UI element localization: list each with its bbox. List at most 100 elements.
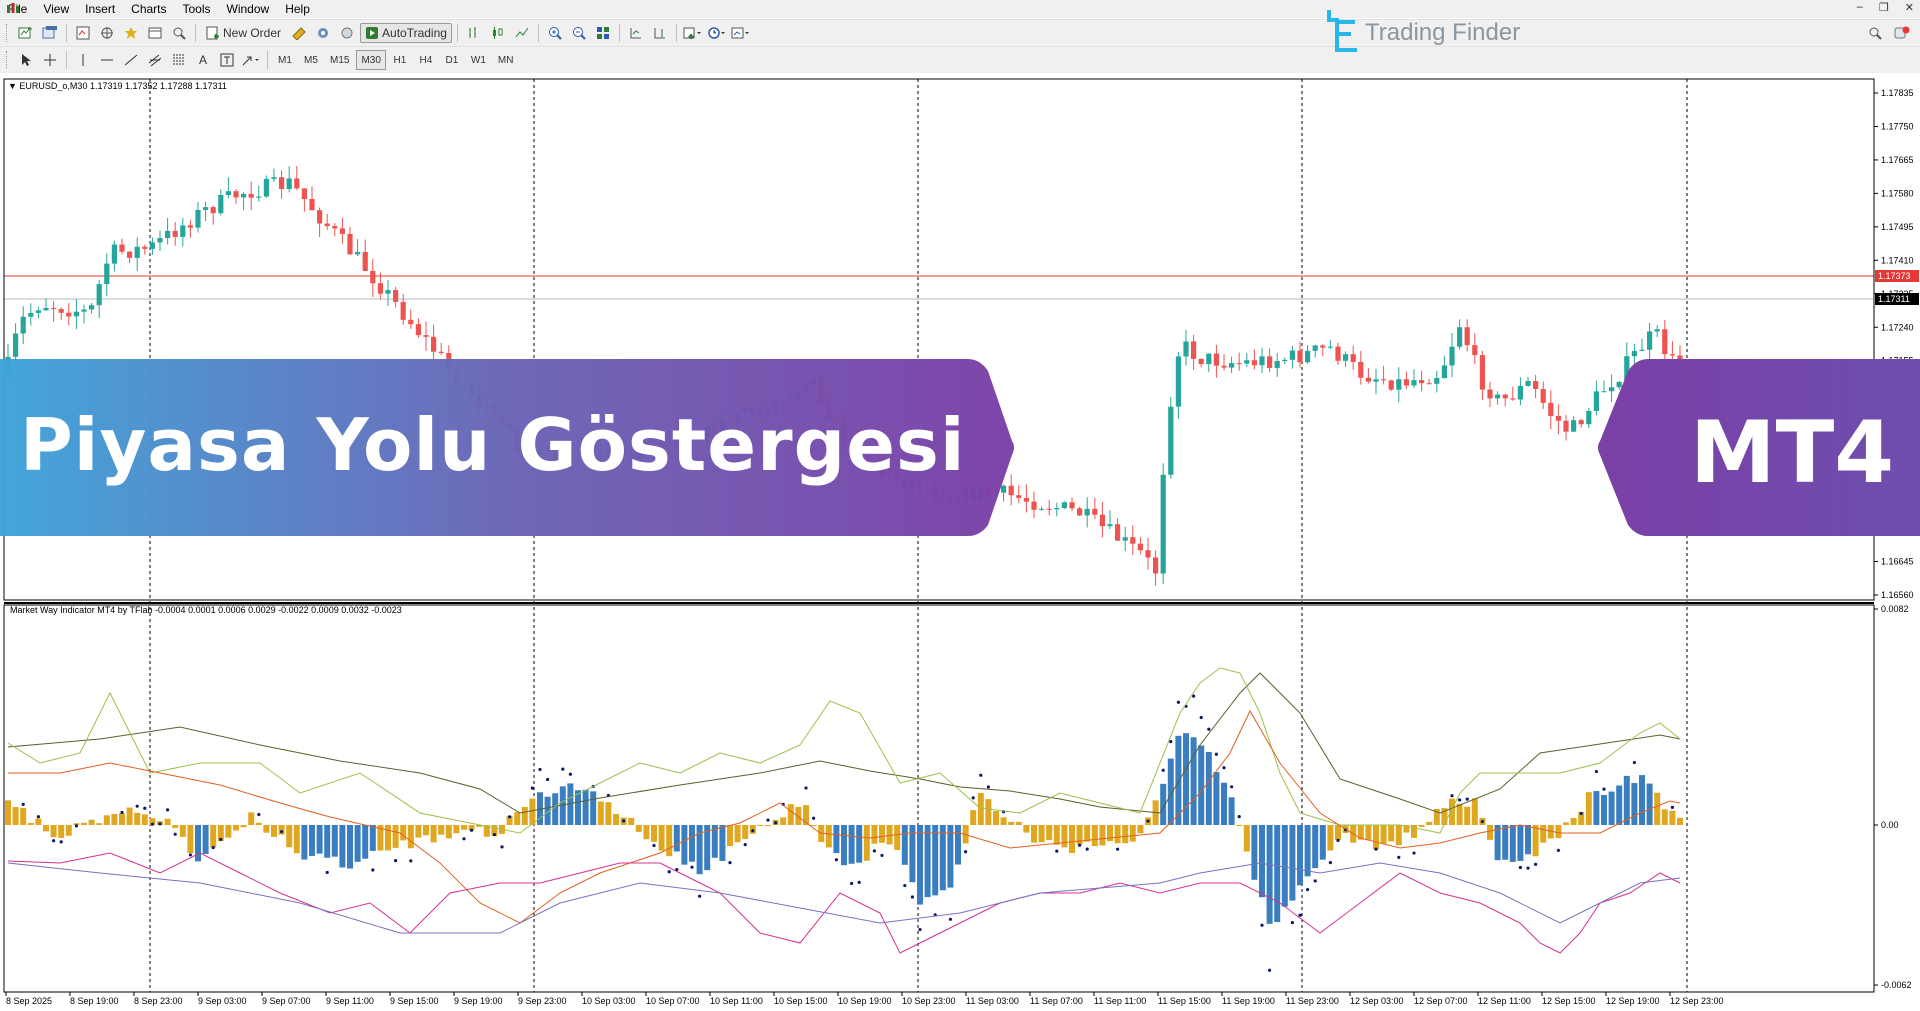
horizontal-line-icon[interactable]: [96, 50, 118, 70]
fibonacci-icon[interactable]: [168, 50, 190, 70]
channel-icon[interactable]: [144, 50, 166, 70]
candle-body: [1122, 537, 1128, 541]
menu-window[interactable]: Window: [219, 0, 278, 18]
crosshair-icon[interactable]: [39, 50, 61, 70]
candle-body: [1289, 350, 1295, 360]
candle-body: [1046, 508, 1052, 510]
histogram-bar: [727, 825, 733, 847]
tf-w1[interactable]: W1: [466, 50, 491, 70]
indicator-axis-label: -0.0062: [1881, 980, 1912, 990]
tf-h1[interactable]: H1: [388, 50, 412, 70]
data-window-icon[interactable]: [96, 23, 118, 43]
candle-body: [1411, 380, 1417, 386]
signal-dot: [850, 881, 854, 886]
profiles-icon[interactable]: [39, 23, 61, 43]
candle-body: [1061, 502, 1067, 509]
candle-body: [355, 252, 361, 255]
navigator-icon[interactable]: [120, 23, 142, 43]
app-icon[interactable]: [6, 2, 20, 16]
candle-body: [1654, 329, 1660, 332]
auto-trading-button[interactable]: AutoTrading: [360, 23, 452, 43]
new-order-button[interactable]: New Order: [201, 23, 286, 43]
histogram-bar: [1509, 825, 1516, 862]
bar-chart-icon[interactable]: [463, 23, 485, 43]
tester-icon[interactable]: [168, 23, 190, 43]
cursor-icon[interactable]: [15, 50, 37, 70]
candlestick-icon[interactable]: [487, 23, 509, 43]
tile-windows-icon[interactable]: [592, 23, 614, 43]
candle-body: [35, 310, 41, 313]
histogram-bar: [1084, 825, 1091, 842]
time-axis-label: 9 Sep 23:00: [518, 996, 567, 1006]
menu-help[interactable]: Help: [277, 0, 318, 18]
signal-dot: [1169, 740, 1173, 744]
histogram-bar: [445, 825, 452, 839]
metaeditor-icon[interactable]: [288, 23, 310, 43]
tf-m5[interactable]: M5: [299, 50, 323, 70]
signal-dot: [1116, 847, 1120, 851]
minimize-icon[interactable]: –: [1857, 1, 1863, 14]
trendline-icon[interactable]: [120, 50, 142, 70]
candle-body: [370, 270, 376, 284]
histogram-bar: [1373, 825, 1379, 850]
chart-window[interactable]: 1.17835 1.17750 1.17665 1.17580 1.17495 1.174…: [0, 73, 1920, 1011]
periods-icon[interactable]: [706, 23, 728, 43]
candle-body: [1365, 377, 1371, 382]
text-label-icon[interactable]: [216, 50, 238, 70]
histogram-bar: [20, 807, 27, 825]
candle-body: [51, 307, 57, 310]
menu-view[interactable]: View: [35, 0, 77, 18]
tf-mn[interactable]: MN: [493, 50, 519, 70]
candle-body: [385, 290, 391, 294]
text-icon[interactable]: A: [192, 50, 214, 70]
experts-icon[interactable]: [336, 23, 358, 43]
tf-h4[interactable]: H4: [414, 50, 438, 70]
signal-dot: [21, 802, 25, 806]
candle-body: [1213, 353, 1219, 366]
close-icon[interactable]: ✕: [1905, 1, 1914, 14]
tf-m30[interactable]: M30: [356, 50, 386, 70]
tf-m15[interactable]: M15: [325, 50, 354, 70]
chart-canvas[interactable]: 1.17835 1.17750 1.17665 1.17580 1.17495 1.174…: [0, 73, 1920, 1011]
histogram-bar: [757, 825, 764, 826]
menu-insert[interactable]: Insert: [77, 0, 123, 18]
candle-body: [134, 246, 140, 258]
indicators-icon[interactable]: [682, 23, 704, 43]
signals-icon[interactable]: [312, 23, 334, 43]
arrows-icon[interactable]: [240, 50, 262, 70]
vertical-line-icon[interactable]: [72, 50, 94, 70]
market-watch-icon[interactable]: [72, 23, 94, 43]
histogram-bar: [126, 807, 133, 825]
tf-m1[interactable]: M1: [273, 50, 297, 70]
chart-shift-icon[interactable]: [625, 23, 647, 43]
histogram-bar: [369, 825, 376, 851]
signal-dot: [1199, 715, 1203, 720]
bid-price-label: 1.17373: [1878, 271, 1911, 281]
notifications-icon[interactable]: [1894, 26, 1910, 43]
autoscroll-icon[interactable]: [649, 23, 671, 43]
zoom-out-icon[interactable]: [568, 23, 590, 43]
candle-body: [1221, 365, 1227, 368]
restore-icon[interactable]: ❐: [1879, 1, 1889, 14]
histogram-bar: [1639, 775, 1645, 825]
zoom-in-icon[interactable]: [544, 23, 566, 43]
tf-d1[interactable]: D1: [440, 50, 464, 70]
terminal-icon[interactable]: [144, 23, 166, 43]
candle-body: [1464, 327, 1470, 346]
signal-dot: [979, 773, 983, 777]
signal-dot: [409, 859, 413, 863]
templates-icon[interactable]: [730, 23, 752, 43]
histogram-bar: [339, 825, 346, 868]
signal-dot: [59, 840, 63, 844]
search-icon[interactable]: [1868, 26, 1882, 43]
candle-body: [104, 263, 110, 285]
new-chart-icon[interactable]: [15, 23, 37, 43]
histogram-bar: [202, 825, 209, 854]
histogram-bar: [1319, 825, 1326, 860]
line-chart-icon[interactable]: [511, 23, 533, 43]
menu-tools[interactable]: Tools: [175, 0, 219, 18]
signal-dot: [1214, 752, 1218, 756]
menu-charts[interactable]: Charts: [123, 0, 174, 18]
histogram-bar: [385, 825, 391, 851]
candle-body: [408, 319, 414, 325]
